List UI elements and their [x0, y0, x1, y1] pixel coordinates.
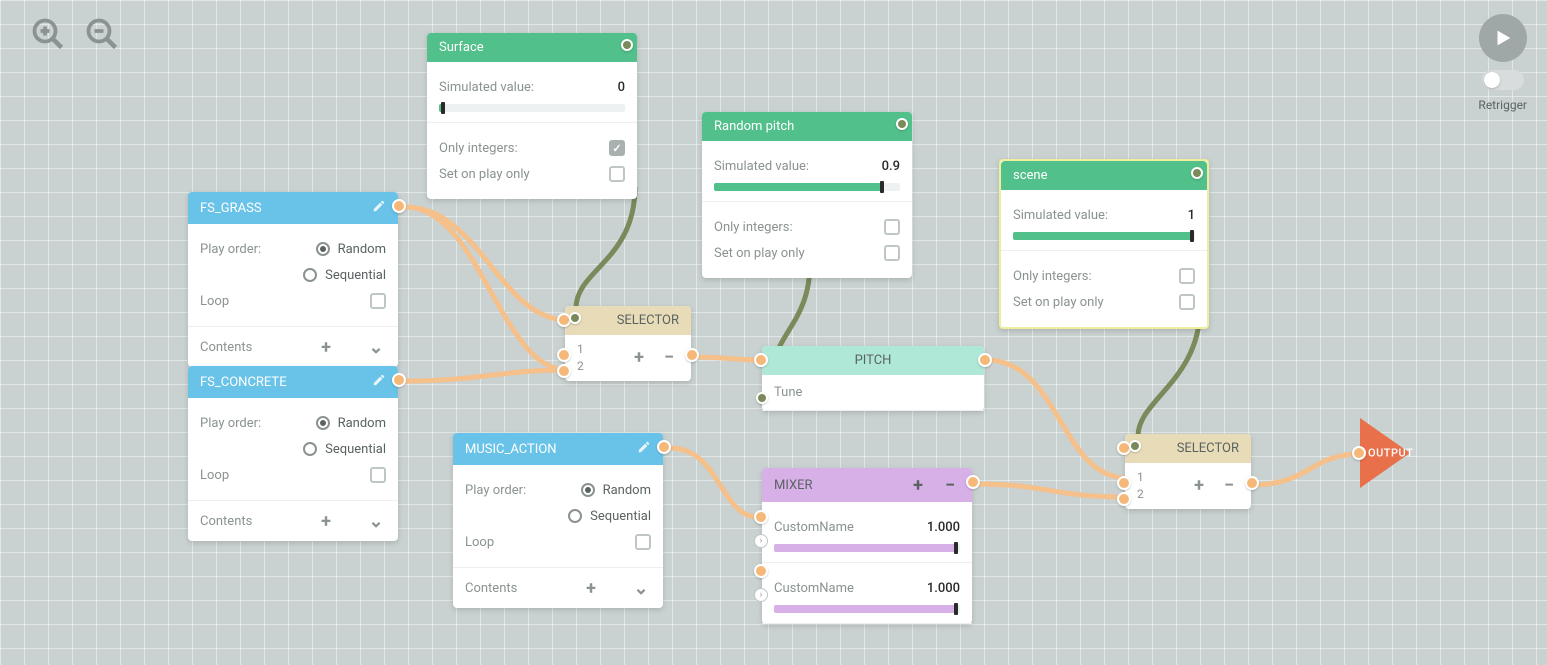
minus-icon[interactable]: −: [659, 348, 679, 368]
node-random-pitch[interactable]: Random pitch Simulated value:0.9 Only in…: [702, 112, 912, 278]
loop-checkbox[interactable]: [370, 467, 386, 483]
retrigger-toggle[interactable]: [1482, 70, 1524, 90]
input-port[interactable]: [754, 353, 768, 367]
output-port[interactable]: [966, 475, 980, 489]
pencil-icon[interactable]: [372, 373, 386, 391]
output-input-port[interactable]: [1352, 446, 1366, 460]
channel-1-slider[interactable]: [774, 544, 960, 552]
param-in-port[interactable]: [1129, 440, 1141, 452]
chevron-down-icon[interactable]: ⌄: [366, 511, 386, 531]
minus-icon[interactable]: −: [1219, 476, 1239, 496]
radio-random[interactable]: [316, 416, 330, 430]
minus-icon[interactable]: −: [940, 475, 960, 495]
set-on-play-checkbox[interactable]: [1179, 294, 1195, 310]
node-scene[interactable]: scene Simulated value:1 Only integers: S…: [999, 159, 1209, 329]
only-integers-checkbox[interactable]: [884, 219, 900, 235]
input-port-2[interactable]: [557, 364, 571, 378]
output-port[interactable]: [657, 440, 671, 454]
zoom-out-button[interactable]: [82, 14, 122, 54]
param-port[interactable]: [621, 39, 633, 51]
loop-checkbox[interactable]: [370, 293, 386, 309]
radio-random[interactable]: [581, 483, 595, 497]
radio-sequential[interactable]: [303, 442, 317, 456]
output-port[interactable]: [392, 373, 406, 387]
plus-icon[interactable]: +: [1189, 476, 1209, 496]
input-port-1[interactable]: [557, 348, 571, 362]
node-title: SELECTOR: [617, 313, 679, 328]
node-title: SELECTOR: [1177, 441, 1239, 456]
node-title: FS_CONCRETE: [200, 375, 287, 390]
output-port[interactable]: [978, 353, 992, 367]
pencil-icon[interactable]: [372, 199, 386, 217]
chevron-down-icon[interactable]: ⌄: [631, 578, 651, 598]
node-selector-1[interactable]: SELECTOR 1 2 + −: [565, 306, 691, 381]
loop-checkbox[interactable]: [635, 534, 651, 550]
input-port-2[interactable]: [754, 564, 768, 578]
node-pitch[interactable]: PITCH Tune: [762, 346, 984, 411]
output-port[interactable]: [685, 348, 699, 362]
input-port-1[interactable]: [1117, 476, 1131, 490]
zoom-in-button[interactable]: [28, 14, 68, 54]
only-integers-checkbox[interactable]: [609, 140, 625, 156]
node-music-action[interactable]: MUSIC_ACTION Play order:Random Sequentia…: [453, 433, 663, 608]
output-node[interactable]: OUTPUT: [1360, 418, 1410, 488]
arrow-port-1[interactable]: ›: [754, 534, 768, 548]
node-title: FS_GRASS: [200, 201, 262, 216]
set-on-play-checkbox[interactable]: [884, 245, 900, 261]
plus-icon[interactable]: +: [316, 511, 336, 531]
input-port-1[interactable]: [754, 510, 768, 524]
chevron-down-icon[interactable]: ⌄: [366, 337, 386, 357]
output-port[interactable]: [392, 199, 406, 213]
retrigger-label: Retrigger: [1478, 98, 1527, 112]
node-title: Surface: [439, 40, 484, 55]
param-in-port[interactable]: [569, 312, 581, 324]
node-title: MIXER: [774, 478, 813, 493]
node-selector-2[interactable]: SELECTOR 1 2 + −: [1125, 434, 1251, 509]
node-fs-grass[interactable]: FS_GRASS Play order:Random Sequential Lo…: [188, 192, 398, 367]
node-title: scene: [1013, 168, 1047, 183]
channel-2-slider[interactable]: [774, 605, 960, 613]
node-title: MUSIC_ACTION: [465, 442, 557, 457]
radio-sequential[interactable]: [303, 268, 317, 282]
plus-icon[interactable]: +: [581, 578, 601, 598]
input-port-2[interactable]: [1117, 492, 1131, 506]
pencil-icon[interactable]: [637, 440, 651, 458]
node-title: Random pitch: [714, 119, 794, 134]
set-on-play-checkbox[interactable]: [609, 166, 625, 182]
only-integers-checkbox[interactable]: [1179, 268, 1195, 284]
radio-random[interactable]: [316, 242, 330, 256]
node-title: PITCH: [855, 353, 892, 368]
plus-icon[interactable]: +: [908, 475, 928, 495]
play-button[interactable]: [1479, 14, 1527, 62]
output-label: OUTPUT: [1368, 447, 1413, 460]
plus-icon[interactable]: +: [629, 348, 649, 368]
plus-icon[interactable]: +: [316, 337, 336, 357]
param-port[interactable]: [1191, 167, 1203, 179]
value-slider[interactable]: [714, 183, 900, 191]
node-surface[interactable]: Surface Simulated value:0 Only integers:…: [427, 33, 637, 199]
param-port[interactable]: [896, 118, 908, 130]
arrow-port-2[interactable]: ›: [754, 588, 768, 602]
radio-sequential[interactable]: [568, 509, 582, 523]
node-fs-concrete[interactable]: FS_CONCRETE Play order:Random Sequential…: [188, 366, 398, 541]
output-port[interactable]: [1245, 476, 1259, 490]
value-slider[interactable]: [439, 104, 625, 112]
node-mixer[interactable]: MIXER + − CustomName1.000 CustomName1.00…: [762, 468, 972, 624]
value-slider[interactable]: [1013, 232, 1195, 240]
param-in-port[interactable]: [756, 392, 768, 404]
